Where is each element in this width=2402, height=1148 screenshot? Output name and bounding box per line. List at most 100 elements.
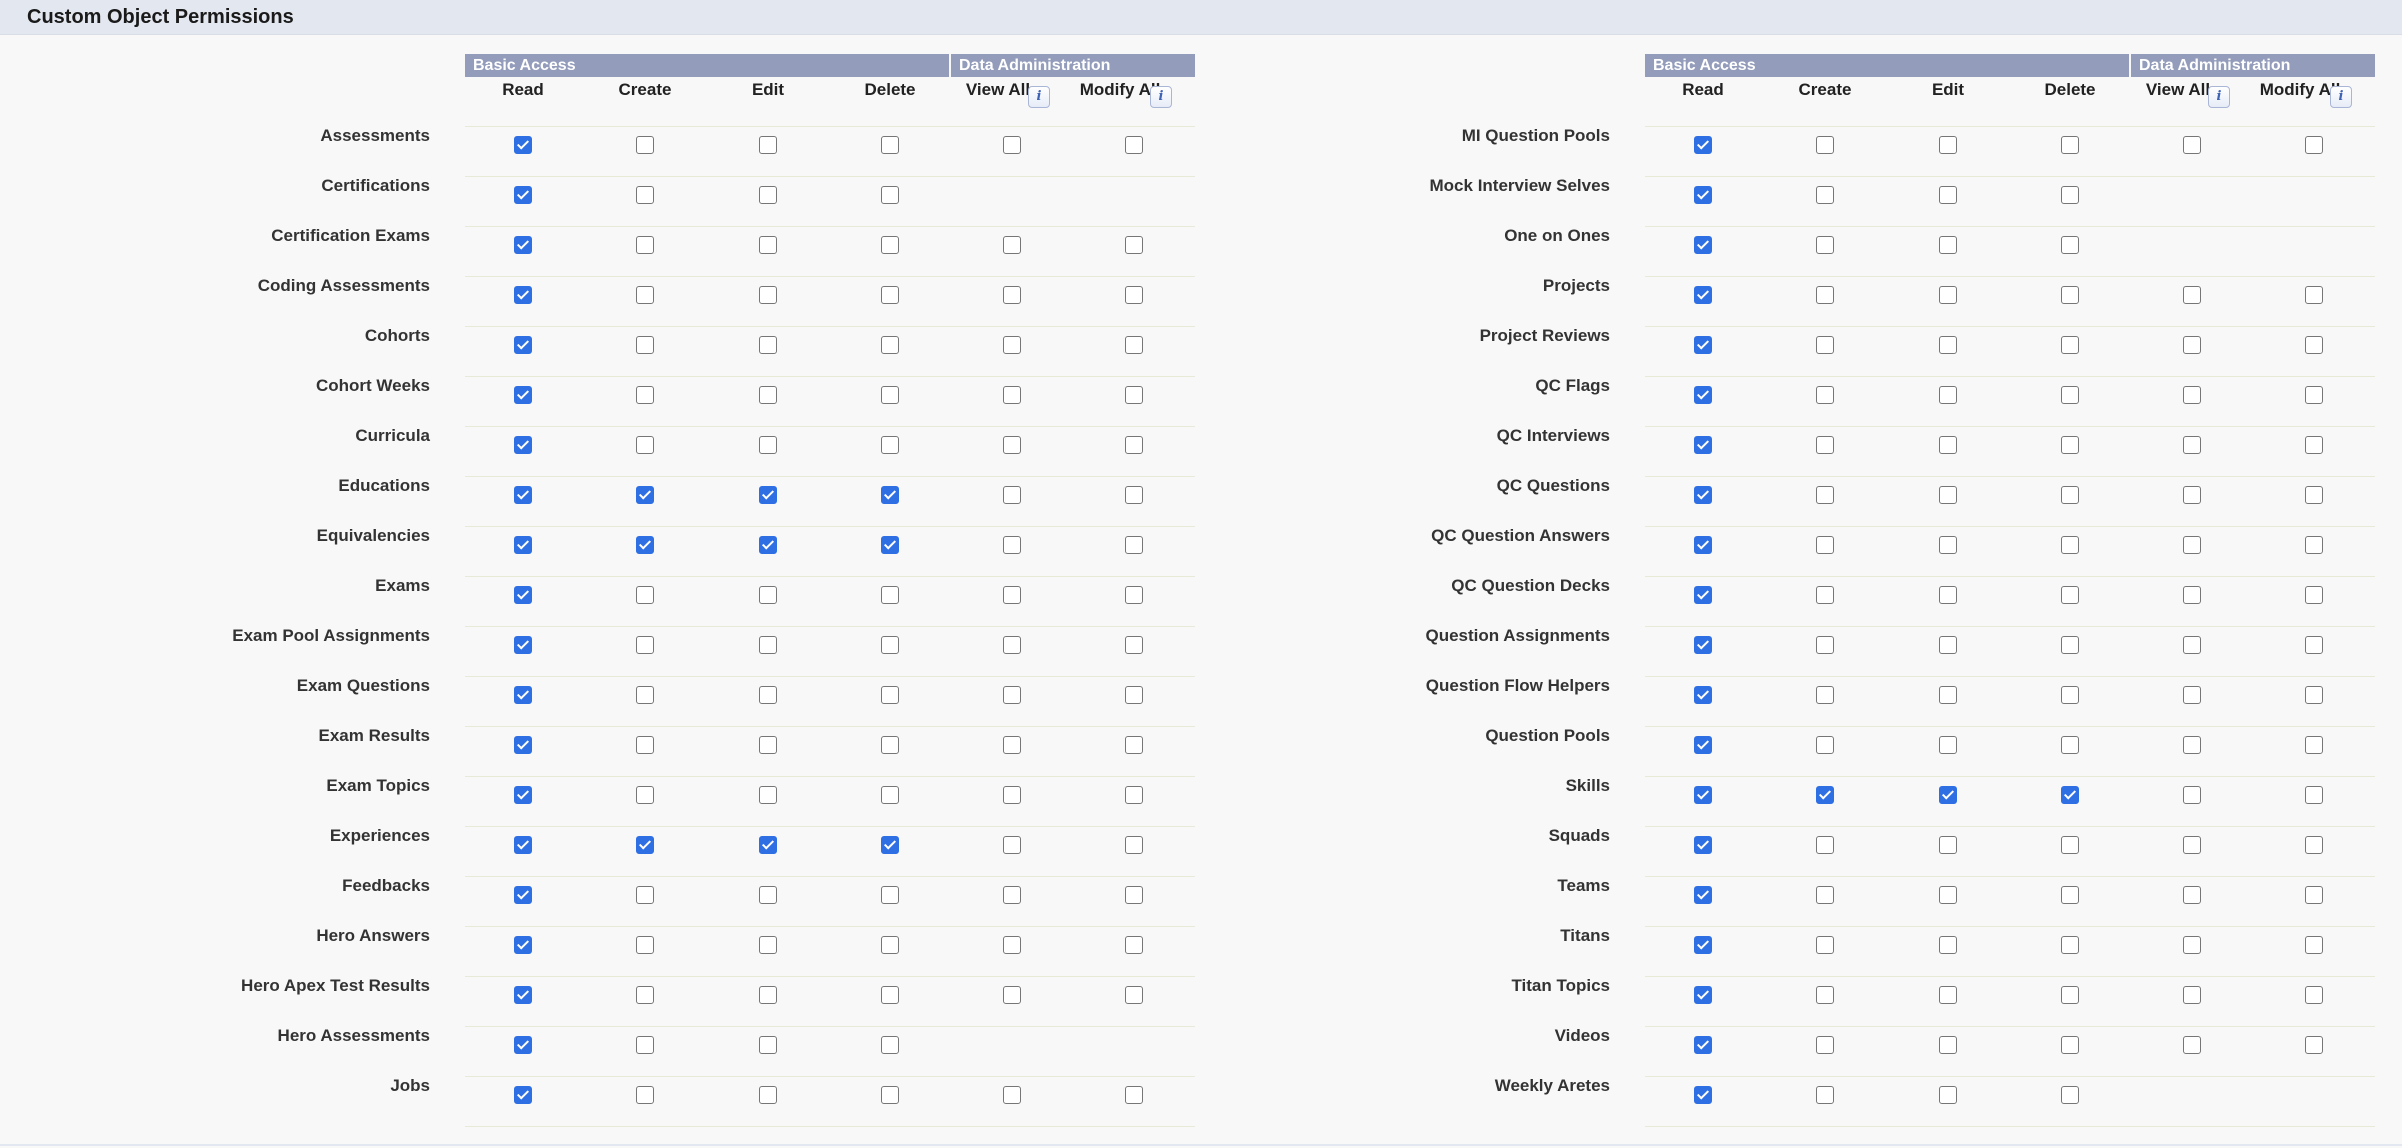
edit-checkbox[interactable] (1939, 386, 1957, 404)
create-checkbox[interactable] (636, 586, 654, 604)
read-checkbox[interactable] (514, 336, 532, 354)
read-checkbox[interactable] (514, 886, 532, 904)
create-checkbox[interactable] (1816, 786, 1834, 804)
info-icon[interactable]: i (1028, 86, 1050, 108)
create-checkbox[interactable] (636, 836, 654, 854)
delete-checkbox[interactable] (2061, 436, 2079, 454)
delete-checkbox[interactable] (2061, 486, 2079, 504)
edit-checkbox[interactable] (759, 1086, 777, 1104)
create-checkbox[interactable] (636, 786, 654, 804)
create-checkbox[interactable] (1816, 886, 1834, 904)
read-checkbox[interactable] (514, 786, 532, 804)
edit-checkbox[interactable] (759, 386, 777, 404)
view-all-checkbox[interactable] (1003, 436, 1021, 454)
read-checkbox[interactable] (514, 236, 532, 254)
read-checkbox[interactable] (514, 486, 532, 504)
info-icon[interactable]: i (2208, 86, 2230, 108)
edit-checkbox[interactable] (1939, 486, 1957, 504)
create-checkbox[interactable] (636, 936, 654, 954)
delete-checkbox[interactable] (2061, 386, 2079, 404)
create-checkbox[interactable] (1816, 486, 1834, 504)
edit-checkbox[interactable] (1939, 636, 1957, 654)
edit-checkbox[interactable] (1939, 886, 1957, 904)
delete-checkbox[interactable] (881, 486, 899, 504)
delete-checkbox[interactable] (2061, 836, 2079, 854)
create-checkbox[interactable] (1816, 136, 1834, 154)
view-all-checkbox[interactable] (1003, 486, 1021, 504)
edit-checkbox[interactable] (759, 636, 777, 654)
create-checkbox[interactable] (636, 486, 654, 504)
create-checkbox[interactable] (636, 186, 654, 204)
delete-checkbox[interactable] (881, 986, 899, 1004)
view-all-checkbox[interactable] (1003, 636, 1021, 654)
edit-checkbox[interactable] (759, 686, 777, 704)
view-all-checkbox[interactable] (2183, 586, 2201, 604)
delete-checkbox[interactable] (2061, 236, 2079, 254)
create-checkbox[interactable] (1816, 636, 1834, 654)
read-checkbox[interactable] (1694, 736, 1712, 754)
read-checkbox[interactable] (1694, 1036, 1712, 1054)
create-checkbox[interactable] (636, 436, 654, 454)
read-checkbox[interactable] (514, 536, 532, 554)
view-all-checkbox[interactable] (2183, 886, 2201, 904)
create-checkbox[interactable] (636, 886, 654, 904)
info-icon[interactable]: i (1150, 86, 1172, 108)
read-checkbox[interactable] (514, 586, 532, 604)
view-all-checkbox[interactable] (2183, 986, 2201, 1004)
create-checkbox[interactable] (636, 386, 654, 404)
create-checkbox[interactable] (1816, 1086, 1834, 1104)
delete-checkbox[interactable] (881, 286, 899, 304)
read-checkbox[interactable] (1694, 486, 1712, 504)
read-checkbox[interactable] (514, 1036, 532, 1054)
edit-checkbox[interactable] (759, 536, 777, 554)
edit-checkbox[interactable] (759, 736, 777, 754)
delete-checkbox[interactable] (881, 886, 899, 904)
delete-checkbox[interactable] (881, 386, 899, 404)
read-checkbox[interactable] (1694, 686, 1712, 704)
read-checkbox[interactable] (514, 136, 532, 154)
view-all-checkbox[interactable] (1003, 136, 1021, 154)
create-checkbox[interactable] (636, 236, 654, 254)
view-all-checkbox[interactable] (1003, 786, 1021, 804)
delete-checkbox[interactable] (2061, 136, 2079, 154)
view-all-checkbox[interactable] (1003, 336, 1021, 354)
edit-checkbox[interactable] (1939, 536, 1957, 554)
delete-checkbox[interactable] (2061, 636, 2079, 654)
read-checkbox[interactable] (1694, 786, 1712, 804)
delete-checkbox[interactable] (2061, 686, 2079, 704)
view-all-checkbox[interactable] (2183, 736, 2201, 754)
view-all-checkbox[interactable] (1003, 886, 1021, 904)
view-all-checkbox[interactable] (2183, 1036, 2201, 1054)
edit-checkbox[interactable] (1939, 1086, 1957, 1104)
view-all-checkbox[interactable] (2183, 136, 2201, 154)
delete-checkbox[interactable] (2061, 786, 2079, 804)
read-checkbox[interactable] (514, 286, 532, 304)
delete-checkbox[interactable] (2061, 1086, 2079, 1104)
read-checkbox[interactable] (514, 636, 532, 654)
edit-checkbox[interactable] (1939, 236, 1957, 254)
read-checkbox[interactable] (514, 736, 532, 754)
view-all-checkbox[interactable] (2183, 536, 2201, 554)
view-all-checkbox[interactable] (2183, 386, 2201, 404)
read-checkbox[interactable] (1694, 536, 1712, 554)
edit-checkbox[interactable] (759, 936, 777, 954)
view-all-checkbox[interactable] (2183, 436, 2201, 454)
view-all-checkbox[interactable] (2183, 686, 2201, 704)
edit-checkbox[interactable] (1939, 1036, 1957, 1054)
view-all-checkbox[interactable] (1003, 686, 1021, 704)
create-checkbox[interactable] (636, 736, 654, 754)
edit-checkbox[interactable] (1939, 936, 1957, 954)
edit-checkbox[interactable] (759, 986, 777, 1004)
read-checkbox[interactable] (1694, 936, 1712, 954)
create-checkbox[interactable] (1816, 736, 1834, 754)
delete-checkbox[interactable] (881, 236, 899, 254)
view-all-checkbox[interactable] (1003, 236, 1021, 254)
modify-all-checkbox[interactable] (2305, 836, 2323, 854)
modify-all-checkbox[interactable] (2305, 436, 2323, 454)
view-all-checkbox[interactable] (1003, 986, 1021, 1004)
create-checkbox[interactable] (1816, 936, 1834, 954)
modify-all-checkbox[interactable] (2305, 736, 2323, 754)
view-all-checkbox[interactable] (2183, 286, 2201, 304)
create-checkbox[interactable] (636, 136, 654, 154)
read-checkbox[interactable] (1694, 136, 1712, 154)
